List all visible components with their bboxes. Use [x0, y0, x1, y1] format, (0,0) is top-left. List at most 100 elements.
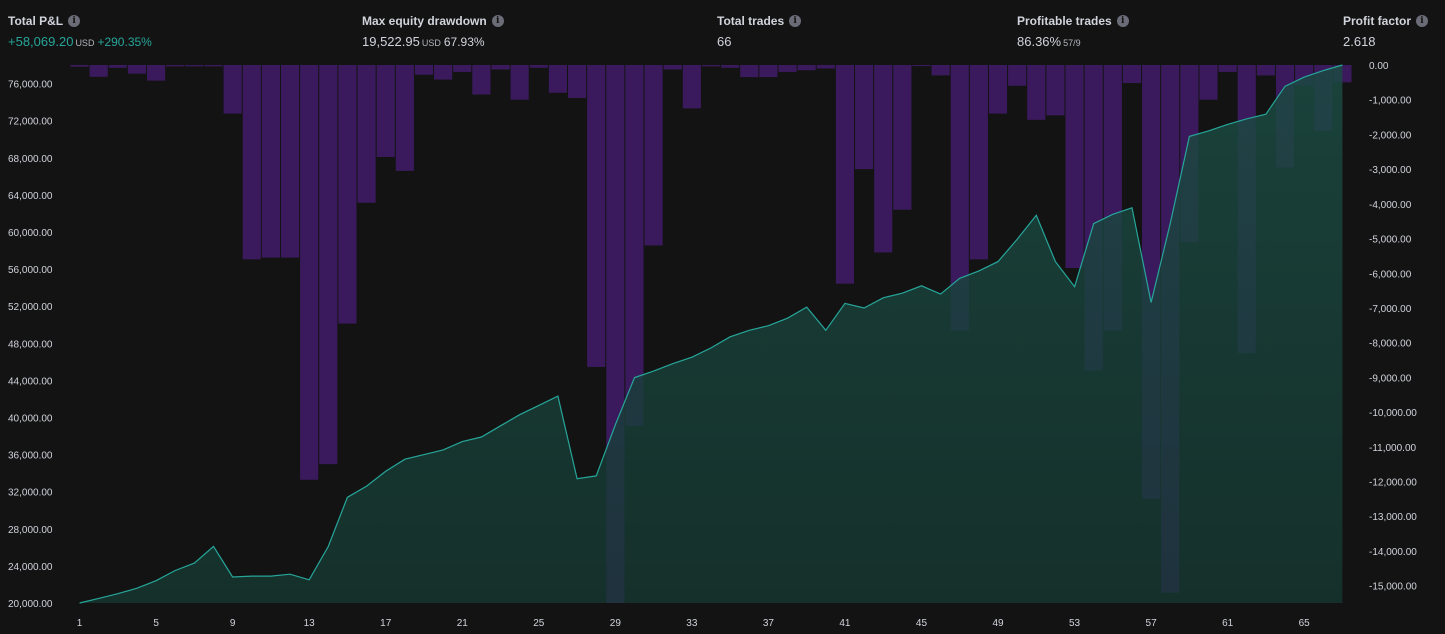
drawdown-bar	[567, 65, 587, 98]
drawdown-bar	[1122, 65, 1142, 84]
drawdown-bar	[510, 65, 529, 100]
drawdown-bar	[453, 65, 472, 72]
x-tick-label: 21	[457, 618, 469, 629]
drawdown-bar	[969, 65, 988, 260]
right-tick-label: -15,000.00	[1369, 582, 1417, 593]
left-tick-label: 72,000.00	[8, 117, 53, 128]
drawdown-bar	[491, 65, 510, 70]
drawdown-bar	[414, 65, 434, 75]
right-axis: 0.00 -1,000.00 -2,000.00 -3,000.00 -4,000.00…	[1369, 61, 1417, 593]
x-tick-label: 57	[1146, 618, 1158, 629]
left-tick-label: 28,000.00	[8, 525, 53, 536]
drawdown-bar	[778, 65, 797, 72]
drawdown-bar	[185, 65, 204, 67]
x-tick-label: 13	[304, 618, 316, 629]
drawdown-bar	[204, 65, 223, 67]
drawdown-bar	[682, 65, 701, 109]
right-tick-label: -7,000.00	[1369, 304, 1412, 315]
x-tick-label: 29	[610, 618, 622, 629]
drawdown-bar	[357, 65, 376, 203]
x-tick-label: 65	[1299, 618, 1311, 629]
drawdown-bar	[855, 65, 874, 170]
drawdown-bar	[529, 65, 548, 68]
left-axis: 20,000.00 24,000.00 28,000.00 32,000.00 36,0…	[8, 80, 53, 610]
right-tick-label: -9,000.00	[1369, 373, 1412, 384]
right-tick-label: -11,000.00	[1369, 443, 1417, 454]
drawdown-bar	[893, 65, 912, 210]
drawdown-bar	[644, 65, 663, 246]
left-tick-label: 64,000.00	[8, 191, 53, 202]
drawdown-bar	[300, 65, 319, 480]
equity-drawdown-chart: 20,000.00 24,000.00 28,000.00 32,000.00 36,0…	[8, 61, 1417, 629]
drawdown-bar	[166, 65, 185, 67]
x-tick-label: 49	[992, 618, 1004, 629]
right-tick-label: -14,000.00	[1369, 547, 1417, 558]
right-tick-label: -1,000.00	[1369, 96, 1412, 107]
drawdown-bar	[395, 65, 414, 171]
left-tick-label: 52,000.00	[8, 302, 53, 313]
drawdown-bar	[1065, 65, 1084, 269]
left-tick-label: 48,000.00	[8, 339, 53, 350]
drawdown-bar	[1027, 65, 1046, 120]
x-tick-label: 37	[763, 618, 775, 629]
drawdown-bar	[242, 65, 261, 260]
right-tick-label: -3,000.00	[1369, 165, 1412, 176]
drawdown-bar	[472, 65, 491, 95]
drawdown-bar	[874, 65, 893, 253]
left-tick-label: 76,000.00	[8, 80, 53, 91]
drawdown-bar	[280, 65, 300, 258]
right-tick-label: -8,000.00	[1369, 339, 1412, 350]
drawdown-bar	[931, 65, 950, 76]
x-tick-label: 1	[77, 618, 83, 629]
x-tick-label: 45	[916, 618, 928, 629]
x-tick-label: 9	[230, 618, 236, 629]
right-tick-label: -10,000.00	[1369, 408, 1417, 419]
x-tick-label: 5	[153, 618, 159, 629]
x-tick-label: 41	[839, 618, 851, 629]
left-tick-label: 40,000.00	[8, 413, 53, 424]
drawdown-bar	[127, 65, 147, 74]
left-tick-label: 44,000.00	[8, 376, 53, 387]
right-tick-label: -2,000.00	[1369, 130, 1412, 141]
drawdown-bar	[1256, 65, 1275, 76]
drawdown-bar	[548, 65, 567, 93]
drawdown-bar	[147, 65, 166, 81]
drawdown-bar	[319, 65, 338, 465]
drawdown-bar	[1199, 65, 1218, 100]
x-tick-label: 33	[686, 618, 698, 629]
drawdown-bar	[261, 65, 280, 258]
right-tick-label: -13,000.00	[1369, 512, 1417, 523]
left-tick-label: 24,000.00	[8, 562, 53, 573]
right-tick-label: 0.00	[1369, 61, 1389, 72]
drawdown-bar	[587, 65, 606, 367]
right-tick-label: -6,000.00	[1369, 269, 1412, 280]
left-tick-label: 32,000.00	[8, 488, 53, 499]
drawdown-bar	[663, 65, 682, 70]
drawdown-bar	[740, 65, 759, 78]
drawdown-bar	[835, 65, 855, 284]
drawdown-bar	[797, 65, 816, 71]
left-tick-label: 20,000.00	[8, 599, 53, 610]
drawdown-bar	[70, 65, 89, 67]
x-axis: 1 5 9 13 17 21 25 29 33 37 41 45 49 53 57 61 65	[77, 618, 1310, 629]
drawdown-bar	[701, 65, 721, 67]
drawdown-bar	[988, 65, 1008, 114]
drawdown-bar	[108, 65, 127, 68]
drawdown-bar	[816, 65, 835, 69]
x-tick-label: 61	[1222, 618, 1234, 629]
x-tick-label: 53	[1069, 618, 1081, 629]
right-tick-label: -12,000.00	[1369, 478, 1417, 489]
drawdown-bar	[625, 65, 644, 426]
left-tick-label: 56,000.00	[8, 265, 53, 276]
left-tick-label: 68,000.00	[8, 154, 53, 165]
drawdown-bar	[1046, 65, 1065, 116]
x-tick-label: 25	[533, 618, 545, 629]
right-tick-label: -4,000.00	[1369, 200, 1412, 211]
left-tick-label: 36,000.00	[8, 451, 53, 462]
right-tick-label: -5,000.00	[1369, 235, 1412, 246]
drawdown-bar	[721, 65, 740, 68]
drawdown-bar	[89, 65, 108, 77]
drawdown-bar	[434, 65, 453, 80]
drawdown-bar	[1218, 65, 1237, 72]
drawdown-bar	[759, 65, 778, 78]
